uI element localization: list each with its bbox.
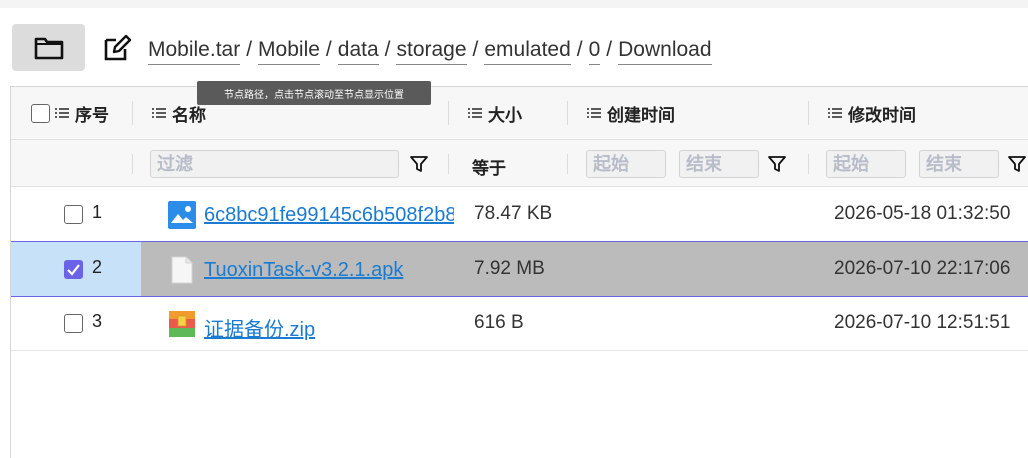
toolbar: Mobile.tar / Mobile / data / storage / e…	[0, 8, 1028, 74]
breadcrumb-item[interactable]: storage	[396, 38, 467, 65]
column-divider	[132, 101, 133, 125]
created-end-input[interactable]: 结束	[679, 150, 759, 178]
column-menu-icon[interactable]	[587, 107, 601, 119]
column-menu-icon[interactable]	[55, 107, 69, 119]
column-header-created[interactable]: 创建时间	[607, 101, 675, 126]
breadcrumb: Mobile.tar / Mobile / data / storage / e…	[148, 38, 712, 68]
breadcrumb-tooltip: 节点路径，点击节点滚动至节点显示位置	[197, 81, 431, 105]
size-filter-operator[interactable]: 等于	[472, 154, 506, 179]
filter-icon[interactable]	[409, 154, 429, 174]
row-index: 2	[92, 257, 103, 277]
column-header-size[interactable]: 大小	[488, 101, 522, 126]
file-name-link[interactable]: 6c8bc91fe99145c6b508f2b8	[204, 204, 454, 227]
file-size: 78.47 KB	[474, 203, 553, 224]
column-divider	[448, 101, 449, 125]
folder-icon	[34, 37, 63, 59]
check-icon	[67, 264, 80, 276]
modified-start-input[interactable]: 起始	[826, 150, 906, 178]
select-all-checkbox[interactable]	[31, 103, 50, 123]
breadcrumb-item[interactable]: data	[337, 38, 379, 65]
row-checkbox[interactable]	[64, 205, 83, 224]
edit-icon[interactable]	[102, 33, 132, 63]
breadcrumb-separator: /	[576, 38, 583, 61]
table-row[interactable]: 1 6c8bc91fe99145c6b508f2b8 78.47 KB 2026…	[11, 187, 1028, 242]
file-icon	[171, 256, 193, 284]
breadcrumb-separator: /	[606, 38, 613, 61]
column-menu-icon[interactable]	[828, 107, 842, 119]
row-checkbox[interactable]	[64, 260, 83, 279]
header-modified: 修改时间	[828, 87, 916, 139]
column-menu-icon[interactable]	[152, 107, 166, 119]
breadcrumb-item[interactable]: Download	[618, 38, 712, 65]
table-row[interactable]: 3 证据备份.zip 616 B 2026-07-10 12:51:51	[11, 296, 1028, 351]
row-checkbox[interactable]	[64, 314, 83, 333]
column-divider	[808, 101, 809, 125]
breadcrumb-separator: /	[325, 38, 332, 61]
archive-icon	[169, 311, 195, 337]
file-name-link[interactable]: TuoxinTask-v3.2.1.apk	[204, 259, 454, 282]
column-menu-icon[interactable]	[468, 107, 482, 119]
file-size: 7.92 MB	[474, 258, 545, 279]
column-divider	[567, 101, 568, 125]
filter-row: 过滤 等于 起始 结束 起始 结束	[11, 140, 1028, 187]
header-size: 大小	[468, 87, 522, 139]
file-table: 序号 名称 大小 创建时间 修改时间 过滤 等于 起始 结束 起始 结束 1 6…	[10, 86, 1028, 458]
filter-icon[interactable]	[1007, 154, 1027, 174]
file-name-link[interactable]: 证据备份.zip	[204, 313, 454, 342]
image-icon	[168, 201, 196, 229]
breadcrumb-item[interactable]: Mobile	[258, 38, 320, 65]
breadcrumb-item[interactable]: 0	[588, 38, 601, 65]
column-divider	[808, 154, 809, 174]
file-size: 616 B	[474, 312, 524, 333]
table-header: 序号 名称 大小 创建时间 修改时间	[11, 87, 1028, 140]
column-header-modified[interactable]: 修改时间	[848, 101, 916, 126]
breadcrumb-item[interactable]: emulated	[484, 38, 571, 65]
file-modified-time: 2026-07-10 12:51:51	[834, 312, 1011, 333]
header-index: 序号	[31, 87, 109, 139]
column-divider	[132, 154, 133, 174]
header-created: 创建时间	[587, 87, 675, 139]
created-start-input[interactable]: 起始	[586, 150, 666, 178]
column-header-index[interactable]: 序号	[75, 101, 109, 126]
breadcrumb-separator: /	[472, 38, 479, 61]
top-strip	[0, 0, 1028, 8]
breadcrumb-separator: /	[246, 38, 253, 61]
table-row[interactable]: 2 TuoxinTask-v3.2.1.apk 7.92 MB 2026-07-…	[11, 241, 1028, 297]
filter-icon[interactable]	[767, 154, 787, 174]
open-folder-button[interactable]	[12, 24, 85, 71]
column-divider	[448, 154, 449, 174]
file-modified-time: 2026-07-10 22:17:06	[834, 258, 1011, 279]
file-modified-time: 2026-05-18 01:32:50	[834, 203, 1011, 224]
breadcrumb-separator: /	[384, 38, 391, 61]
row-index: 1	[92, 202, 103, 222]
name-filter-input[interactable]: 过滤	[150, 150, 399, 178]
modified-end-input[interactable]: 结束	[919, 150, 999, 178]
column-divider	[567, 154, 568, 174]
breadcrumb-item[interactable]: Mobile.tar	[148, 38, 241, 65]
row-index: 3	[92, 311, 103, 331]
